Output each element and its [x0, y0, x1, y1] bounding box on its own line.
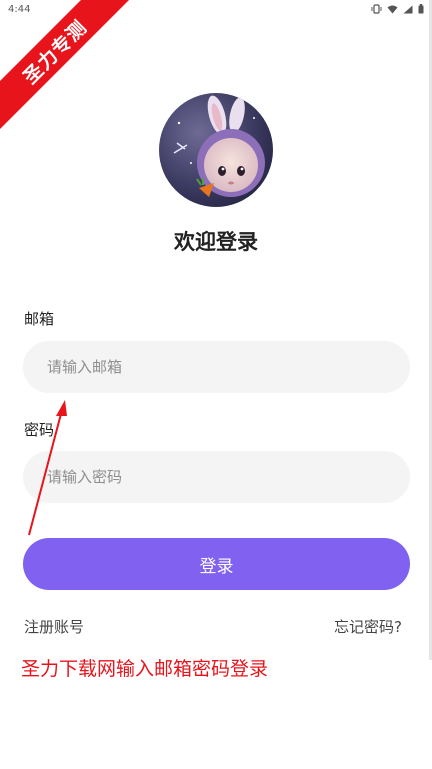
forgot-password-link[interactable]: 忘记密码? — [334, 616, 402, 637]
wifi-icon — [387, 5, 398, 14]
email-input[interactable] — [23, 341, 410, 393]
signal-icon — [403, 5, 413, 14]
login-button[interactable]: 登录 — [23, 538, 410, 590]
watermark-ribbon: 圣力专测 — [0, 0, 140, 140]
arrow-head-icon — [56, 400, 67, 416]
status-bar: 4:44 — [0, 0, 432, 18]
bunny-avatar-image — [159, 93, 273, 207]
status-time: 4:44 — [8, 3, 31, 15]
page-title: 欢迎登录 — [174, 230, 258, 254]
email-label: 邮箱 — [24, 310, 55, 328]
vibrate-icon — [371, 4, 382, 14]
ribbon-text: 圣力专测 — [0, 0, 137, 134]
register-link[interactable]: 注册账号 — [24, 616, 84, 637]
watermark-caption: 圣力下载网输入邮箱密码登录 — [21, 658, 269, 680]
avatar — [159, 93, 273, 207]
status-icons — [371, 4, 424, 14]
password-label: 密码 — [24, 421, 55, 439]
battery-icon — [418, 4, 424, 14]
password-input[interactable] — [23, 451, 410, 503]
